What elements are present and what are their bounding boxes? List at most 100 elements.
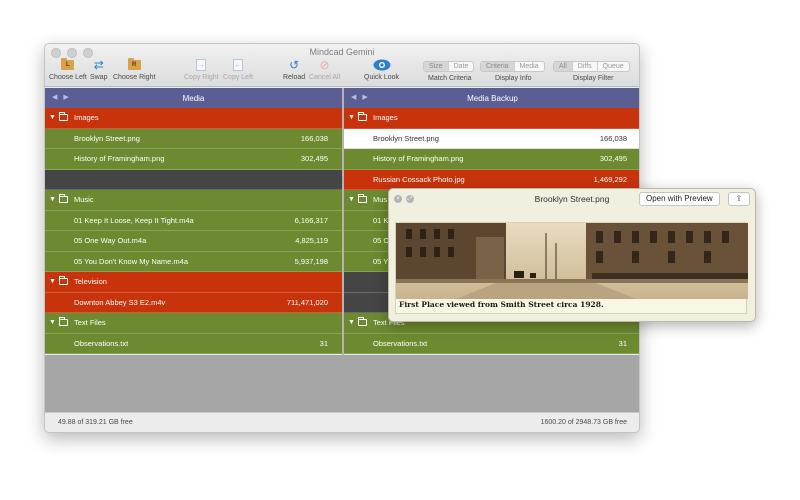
- folder-icon: [59, 317, 68, 327]
- disclosure-triangle-icon[interactable]: ▼: [49, 196, 59, 203]
- choose-right-button[interactable]: R Choose Right: [113, 57, 155, 81]
- swap-button[interactable]: ⇄ Swap: [90, 57, 108, 81]
- item-name: Text Files: [74, 318, 106, 328]
- disclosure-triangle-icon[interactable]: ▼: [348, 196, 358, 203]
- empty-list-area: [45, 355, 639, 414]
- folder-icon: [358, 317, 367, 327]
- choose-left-button[interactable]: L Choose Left: [49, 57, 87, 81]
- item-size: 166,038: [599, 133, 627, 143]
- street-photo: [396, 223, 748, 299]
- item-name: 05 One Way Out.m4a: [74, 236, 147, 246]
- display-filter-segment[interactable]: All Diffs Queue: [553, 61, 630, 72]
- left-pane-title: Media: [182, 93, 205, 103]
- copy-right-button[interactable]: → Copy Right: [184, 57, 219, 81]
- item-size: 302,495: [599, 154, 627, 164]
- cancel-all-label: Cancel All: [309, 74, 341, 81]
- file-row[interactable]: 05 You Don't Know My Name.m4a 5,937,198: [45, 251, 342, 272]
- folder-icon: [358, 112, 367, 122]
- file-row[interactable]: History of Framingham.png 302,495: [344, 149, 639, 170]
- copy-right-icon: →: [196, 59, 207, 71]
- item-name: Television: [74, 277, 107, 287]
- item-size: 6,166,317: [294, 215, 328, 225]
- disclosure-triangle-icon[interactable]: ▼: [49, 319, 59, 326]
- file-row[interactable]: History of Framingham.png 302,495: [45, 149, 342, 170]
- folder-icon: [59, 112, 68, 122]
- nav-arrows-icon[interactable]: ◀ ▶: [351, 93, 370, 101]
- toolbar: Mindcad Gemini L Choose Left ⇄ Swap R Ch…: [45, 44, 639, 87]
- reload-label: Reload: [283, 74, 306, 81]
- folder-icon: [59, 194, 68, 204]
- file-row[interactable]: Downton Abbey S3 E2.m4v 711,471,020: [45, 292, 342, 313]
- quick-look-button[interactable]: Quick Look: [364, 57, 399, 81]
- copy-left-icon: ←: [232, 59, 243, 71]
- folder-left-icon: L: [61, 58, 75, 70]
- item-name: History of Framingham.png: [373, 154, 464, 164]
- item-name: Images: [373, 113, 398, 123]
- file-row[interactable]: Russian Cossack Photo.jpg 1,469,292: [344, 169, 639, 190]
- swap-label: Swap: [90, 74, 108, 81]
- choose-left-label: Choose Left: [49, 74, 87, 81]
- info-media-option[interactable]: Media: [513, 62, 544, 71]
- item-size: 5,937,198: [294, 256, 328, 266]
- item-name: Downton Abbey S3 E2.m4v: [74, 297, 166, 307]
- item-size: 166,038: [300, 133, 328, 143]
- quick-look-popover: × ⤢ Brooklyn Street.png Open with Previe…: [388, 188, 756, 322]
- reload-button[interactable]: ↺ Reload: [283, 57, 305, 81]
- file-row[interactable]: 05 One Way Out.m4a 4,825,119: [45, 231, 342, 252]
- copy-left-label: Copy Left: [223, 74, 253, 81]
- item-size: 31: [618, 338, 627, 348]
- display-info-segment[interactable]: Criteria Media: [480, 61, 545, 72]
- filter-all-option[interactable]: All: [554, 62, 572, 71]
- item-size: 1,469,292: [593, 174, 627, 184]
- item-name: Brooklyn Street.png: [74, 133, 140, 143]
- item-size: 302,495: [300, 154, 328, 164]
- right-pane-title: Media Backup: [467, 93, 518, 103]
- match-criteria-segment[interactable]: Size Date: [423, 61, 475, 72]
- file-row[interactable]: Observations.txt 31: [344, 333, 639, 354]
- empty-row: [45, 169, 342, 190]
- open-with-preview-button[interactable]: Open with Preview: [639, 192, 720, 206]
- right-pane-header: ◀ ▶ Media Backup: [344, 88, 639, 108]
- swap-icon: ⇄: [93, 58, 104, 72]
- info-criteria-option[interactable]: Criteria: [481, 62, 514, 71]
- file-row[interactable]: Observations.txt 31: [45, 333, 342, 354]
- item-size: 4,825,119: [295, 236, 328, 246]
- left-file-list: ▼ Images Brooklyn Street.png 166,038 History…: [45, 108, 342, 354]
- disclosure-triangle-icon[interactable]: ▼: [49, 114, 59, 121]
- copy-left-button[interactable]: ← Copy Left: [223, 57, 253, 81]
- disclosure-triangle-icon[interactable]: ▼: [348, 114, 358, 121]
- folder-row[interactable]: ▼ Television: [45, 272, 342, 293]
- share-icon[interactable]: ⇪: [728, 192, 750, 206]
- folder-icon: [358, 194, 367, 204]
- reload-icon: ↺: [289, 58, 300, 72]
- photo-caption: First Place viewed from Smith Street cir…: [399, 300, 604, 309]
- match-criteria-label: Match Criteria: [428, 75, 472, 82]
- filter-diffs-option[interactable]: Diffs: [571, 62, 597, 71]
- folder-row[interactable]: ▼ Images: [45, 108, 342, 129]
- item-name: 05 You Don't Know My Name.m4a: [74, 256, 188, 266]
- folder-row[interactable]: ▼ Text Files: [45, 313, 342, 334]
- cancel-all-button[interactable]: ⊘ Cancel All: [309, 57, 340, 81]
- quick-look-label: Quick Look: [364, 74, 400, 81]
- folder-right-icon: R: [127, 58, 141, 70]
- file-row[interactable]: Brooklyn Street.png 166,038: [45, 128, 342, 149]
- match-size-option[interactable]: Size: [424, 62, 448, 71]
- item-name: Russian Cossack Photo.jpg: [373, 174, 465, 184]
- nav-arrows-icon[interactable]: ◀ ▶: [52, 93, 71, 101]
- folder-row[interactable]: ▼ Music: [45, 190, 342, 211]
- item-name: Images: [74, 113, 99, 123]
- disclosure-triangle-icon[interactable]: ▼: [348, 319, 358, 326]
- choose-right-label: Choose Right: [113, 74, 156, 81]
- disclosure-triangle-icon[interactable]: ▼: [49, 278, 59, 285]
- filter-queue-option[interactable]: Queue: [596, 62, 629, 71]
- eye-icon: [373, 57, 391, 73]
- match-date-option[interactable]: Date: [447, 62, 474, 71]
- item-name: 01 Keep It Loose, Keep It Tight.m4a: [74, 215, 194, 225]
- file-row[interactable]: Brooklyn Street.png 166,038: [344, 128, 639, 149]
- cancel-icon: ⊘: [319, 58, 330, 72]
- item-name: History of Framingham.png: [74, 154, 165, 164]
- file-row[interactable]: 01 Keep It Loose, Keep It Tight.m4a 6,166…: [45, 210, 342, 231]
- folder-row[interactable]: ▼ Images: [344, 108, 639, 129]
- display-filter-label: Display Filter: [573, 75, 614, 82]
- window-title: Mindcad Gemini: [309, 47, 375, 57]
